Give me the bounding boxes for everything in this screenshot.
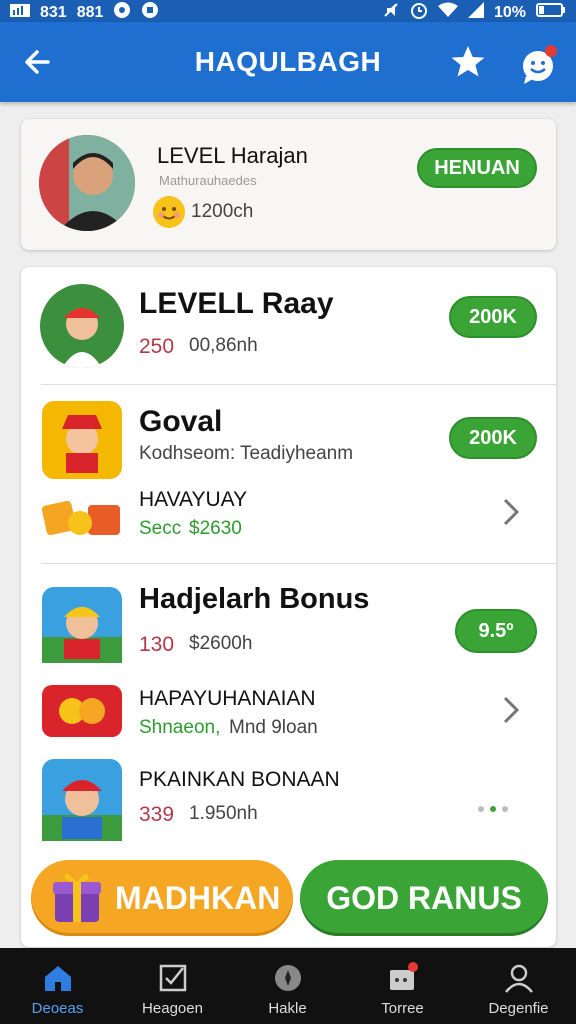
nav-item-tasks[interactable]: Heagoen xyxy=(115,948,230,1024)
app-bar: HAQULBAGH xyxy=(0,22,576,102)
list-item-amount: $2600h xyxy=(189,633,253,654)
bottom-nav: Deoeas Heagoen Hakle Torree Degenfie xyxy=(0,948,576,1024)
list-item-amount: Mnd 9loan xyxy=(229,717,318,738)
list-item-chevron-button[interactable] xyxy=(499,496,523,528)
list-item-count: Shnaeon, xyxy=(139,717,221,738)
signal-icon xyxy=(10,2,30,23)
chevron-right-icon xyxy=(503,696,520,724)
list-item-amount: $2630 xyxy=(189,518,242,539)
profile-name: LEVEL Harajan xyxy=(157,143,308,168)
list-item-amount: 00,86nh xyxy=(189,335,258,356)
secondary-cta-button[interactable]: GOD RANUS xyxy=(300,860,548,936)
page-title: HAQULBAGH xyxy=(194,46,382,77)
user-icon xyxy=(505,964,533,993)
gift-box-icon xyxy=(40,489,124,547)
app-icon xyxy=(141,1,159,24)
checklist-icon xyxy=(159,964,187,992)
list-item-avatar xyxy=(40,284,124,368)
battery-text: 10% xyxy=(493,3,526,21)
list-item-badge[interactable]: 200K xyxy=(449,417,537,459)
nav-label: Deoeas xyxy=(31,1000,84,1017)
cell-signal-icon xyxy=(467,2,484,23)
list-item-chevron-button[interactable] xyxy=(499,694,523,726)
smiley-coin-icon xyxy=(152,195,186,229)
list-item-count: 130 xyxy=(139,633,175,656)
list-item-badge[interactable]: 9.5º xyxy=(455,609,537,653)
list-item-title: HAVAYUAY xyxy=(139,488,248,511)
mute-icon xyxy=(382,1,400,24)
notification-icon xyxy=(113,1,131,24)
divider xyxy=(41,563,556,564)
secondary-cta-label: GOD RANUS xyxy=(326,880,522,916)
pagination-dots[interactable] xyxy=(476,801,516,812)
nav-label: Degenfie xyxy=(488,1000,549,1017)
rewards-list-card: LEVELL Raay 250 00,86nh 200K Goval Kodhs… xyxy=(21,267,556,947)
home-icon xyxy=(45,966,71,991)
alarm-icon xyxy=(410,1,428,24)
battery-icon xyxy=(536,2,566,23)
list-item-title: HAPAYUHANAIAN xyxy=(139,687,316,710)
compass-icon xyxy=(275,965,301,991)
avatar xyxy=(39,135,135,231)
list-item-title: Hadjelarh Bonus xyxy=(139,583,370,615)
list-item-title: PKAINKAN BONAAN xyxy=(139,768,340,791)
list-item-title: LEVELL Raay xyxy=(139,287,334,320)
gift-icon xyxy=(49,868,105,926)
inbox-icon xyxy=(390,962,418,990)
profile-coins: 1200ch xyxy=(191,201,254,222)
list-item-icon xyxy=(42,401,122,479)
nav-item-home[interactable]: Deoeas xyxy=(0,948,115,1024)
list-item-count: 339 xyxy=(139,803,175,826)
chat-smile-icon xyxy=(523,45,557,84)
list-item-count: 250 xyxy=(139,335,175,358)
profile-subtitle: Mathurauhaedes xyxy=(159,173,257,188)
status-text-2: 881 xyxy=(76,3,104,21)
favorite-button[interactable] xyxy=(448,42,488,82)
wifi-icon xyxy=(437,2,458,23)
status-text-1: 831 xyxy=(40,3,67,21)
primary-cta-label: MADHKAN xyxy=(115,880,281,916)
chat-button[interactable] xyxy=(516,42,560,86)
nav-item-messages[interactable]: Torree xyxy=(345,948,460,1024)
list-item-amount: 1.950nh xyxy=(189,803,258,824)
list-item-count: Secc xyxy=(139,518,182,539)
profile-action-button[interactable]: HENUAN xyxy=(417,148,537,188)
list-item-subtitle: Kodhseom: Teadiyheanm xyxy=(139,443,354,464)
nav-item-explore[interactable]: Hakle xyxy=(230,948,345,1024)
star-icon xyxy=(451,46,485,77)
nav-label: Hakle xyxy=(268,1000,307,1017)
profile-card: LEVEL Harajan Mathurauhaedes 1200ch HENU… xyxy=(21,119,556,250)
nav-label: Torree xyxy=(381,1000,424,1017)
nav-item-profile[interactable]: Degenfie xyxy=(461,948,576,1024)
status-bar: 831 881 10% xyxy=(0,0,576,22)
nav-label: Heagoen xyxy=(142,1000,203,1017)
list-item-icon xyxy=(42,587,122,663)
list-item-title: Goval xyxy=(139,405,223,438)
primary-cta-button[interactable]: MADHKAN xyxy=(31,860,293,936)
list-item-icon xyxy=(42,685,122,737)
list-item-icon xyxy=(42,759,122,841)
list-item-badge[interactable]: 200K xyxy=(449,296,537,338)
chevron-right-icon xyxy=(503,498,520,526)
divider xyxy=(41,384,556,385)
